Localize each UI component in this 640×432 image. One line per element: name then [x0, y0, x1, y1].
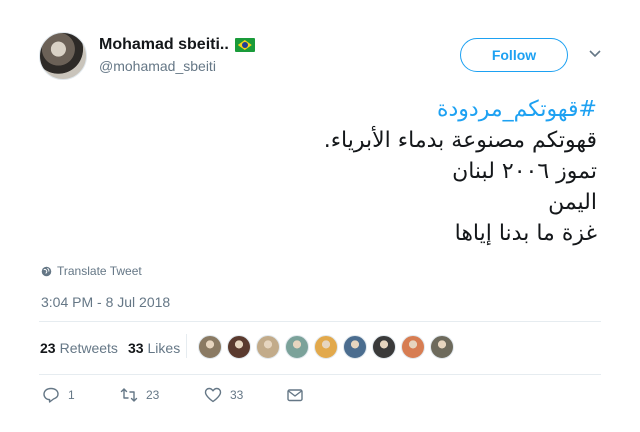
retweet-count: 23 — [146, 388, 160, 402]
envelope-icon — [287, 389, 303, 402]
translate-tweet-link[interactable]: Translate Tweet — [41, 264, 142, 278]
reply-count: 1 — [68, 388, 75, 402]
liker-avatar[interactable] — [314, 335, 338, 359]
liker-avatar[interactable] — [285, 335, 309, 359]
likes-count: 33 — [127, 340, 144, 356]
display-name[interactable]: Mohamad sbeiti.. — [99, 36, 229, 54]
tweet-line: قهوتكم مصنوعة بدماء الأبرياء. — [323, 128, 597, 153]
tweet-line: تموز ٢٠٠٦ لبنان — [452, 159, 597, 184]
retweets-count: 23 — [40, 340, 56, 356]
divider — [39, 321, 601, 322]
liker-avatar[interactable] — [343, 335, 367, 359]
liker-avatar[interactable] — [227, 335, 251, 359]
liker-avatar[interactable] — [372, 335, 396, 359]
reply-icon — [43, 387, 59, 403]
liker-avatar[interactable] — [430, 335, 454, 359]
author-name-row[interactable]: Mohamad sbeiti.. — [99, 36, 255, 54]
tweet-timestamp[interactable]: 3:04 PM - 8 Jul 2018 — [41, 294, 170, 310]
tweet-header: Mohamad sbeiti.. @mohamad_sbeiti Follow — [39, 30, 609, 82]
author-handle[interactable]: @mohamad_sbeiti — [99, 58, 216, 74]
tweet-line: اليمن — [548, 190, 597, 215]
like-button[interactable]: 33 — [204, 386, 243, 404]
follow-button[interactable]: Follow — [460, 38, 568, 72]
liker-avatar[interactable] — [401, 335, 425, 359]
direct-message-button[interactable] — [286, 386, 304, 404]
brazil-flag-icon — [234, 38, 255, 52]
globe-icon — [41, 266, 52, 276]
retweets-stat[interactable]: 23 Retweets — [40, 340, 118, 356]
stats-separator — [186, 334, 187, 358]
likes-stat[interactable]: 33 Likes — [128, 340, 180, 356]
retweet-icon — [120, 388, 138, 402]
tweet-stats: 23 Retweets 33 Likes — [40, 340, 190, 356]
hashtag-link[interactable]: #قهوتكم_مردودة — [37, 94, 597, 125]
avatar[interactable] — [39, 32, 87, 80]
chevron-down-icon[interactable] — [588, 47, 602, 61]
likers-avatars — [198, 335, 454, 359]
heart-icon — [204, 387, 222, 403]
translate-label[interactable]: Translate Tweet — [57, 264, 142, 278]
liker-avatar[interactable] — [198, 335, 222, 359]
tweet-line: غزة ما بدنا إياها — [454, 221, 597, 246]
liker-avatar[interactable] — [256, 335, 280, 359]
divider — [39, 374, 601, 375]
tweet-text: #قهوتكم_مردودة قهوتكم مصنوعة بدماء الأبر… — [37, 94, 597, 249]
retweet-button[interactable]: 23 — [120, 386, 159, 404]
reply-button[interactable]: 1 — [42, 386, 75, 404]
like-count: 33 — [230, 388, 244, 402]
retweets-label: Retweets — [59, 340, 118, 356]
likes-label: Likes — [147, 340, 181, 356]
